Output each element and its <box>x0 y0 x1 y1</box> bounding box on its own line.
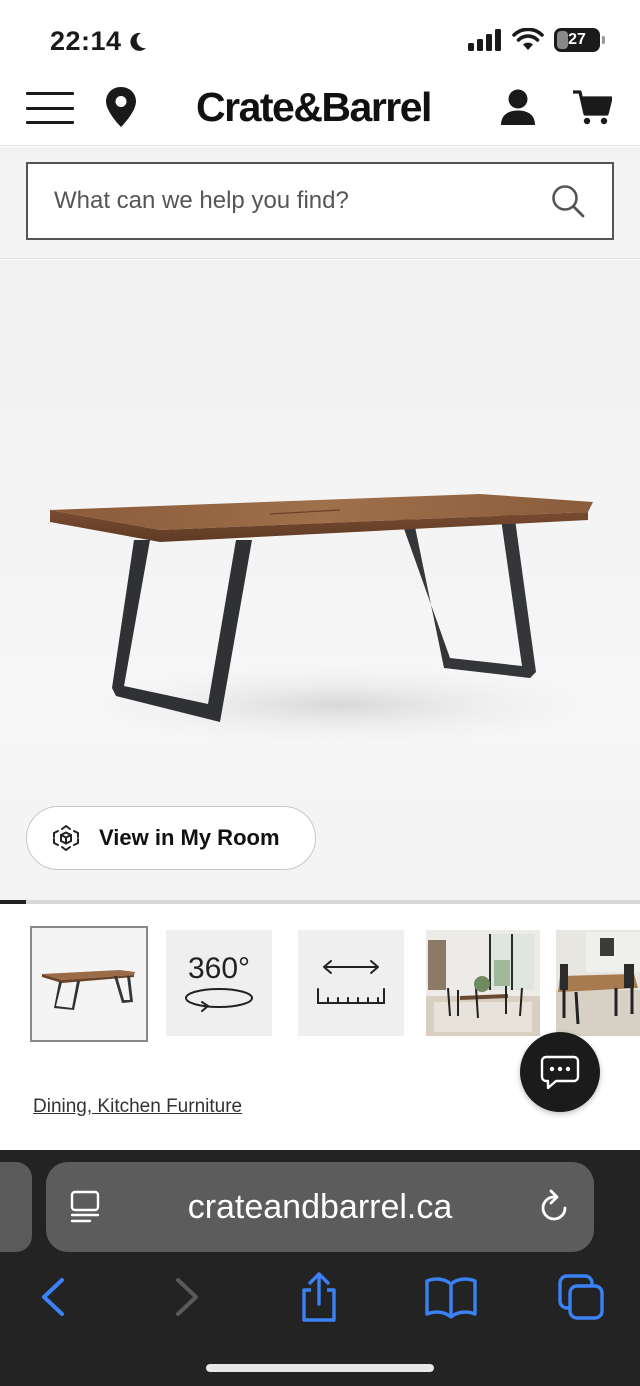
search-band: What can we help you find? <box>0 147 640 259</box>
dining-room-photo <box>556 930 640 1036</box>
chat-bubble-icon[interactable] <box>520 1032 600 1112</box>
search-placeholder: What can we help you find? <box>54 187 349 214</box>
thumbnail-product-photo[interactable] <box>30 926 148 1042</box>
product-thumbnails: 360° <box>0 924 640 1046</box>
battery-level-fill <box>557 31 568 49</box>
forward-icon[interactable] <box>160 1272 214 1322</box>
carousel-progress-fill <box>0 900 26 904</box>
reload-icon[interactable] <box>536 1188 572 1226</box>
thumbnail-dimensions[interactable] <box>298 930 404 1036</box>
battery-icon: 27 <box>554 28 605 52</box>
previous-tab-peek[interactable] <box>0 1162 32 1252</box>
dining-room-photo <box>426 930 540 1036</box>
view-in-my-room-button[interactable]: View in My Room <box>26 806 316 870</box>
address-bar[interactable]: crateandbarrel.ca <box>46 1162 594 1252</box>
360-label: 360° <box>187 952 251 985</box>
account-icon[interactable] <box>500 88 536 126</box>
hamburger-menu-icon[interactable] <box>26 90 74 126</box>
browser-chrome: crateandbarrel.ca <box>0 1150 640 1386</box>
site-logo[interactable]: Crate&Barrel <box>196 84 432 131</box>
battery-percent: 27 <box>568 31 586 48</box>
rotate-360-icon <box>185 988 253 1012</box>
thumbnail-room-photo-1[interactable] <box>426 930 540 1036</box>
carousel-progress-track <box>0 900 640 904</box>
site-header: Crate&Barrel <box>0 80 640 146</box>
moon-icon <box>129 32 146 51</box>
thumbnail-360-view[interactable]: 360° <box>166 930 272 1036</box>
ruler-dimensions-icon <box>317 960 385 1004</box>
back-icon[interactable] <box>30 1272 84 1322</box>
augmented-reality-icon <box>53 825 79 851</box>
breadcrumb-link[interactable]: Dining, Kitchen Furniture <box>33 1096 242 1118</box>
wooden-dining-table-image <box>50 494 593 743</box>
wifi-icon <box>512 28 544 50</box>
product-image-carousel[interactable]: View in My Room <box>0 260 640 900</box>
signal-icon <box>468 29 501 51</box>
status-bar: 22:14 27 <box>0 0 640 80</box>
chat-icon-glyph <box>540 1055 580 1090</box>
thumbnail-room-photo-2[interactable] <box>556 930 640 1036</box>
cart-icon[interactable] <box>572 88 612 126</box>
search-input[interactable]: What can we help you find? <box>26 162 614 240</box>
browser-toolbar <box>0 1260 640 1330</box>
search-icon[interactable] <box>550 183 586 219</box>
url-text: crateandbarrel.ca <box>187 1187 453 1226</box>
status-time: 22:14 <box>50 26 148 57</box>
share-icon[interactable] <box>292 1272 346 1322</box>
view-in-my-room-label: View in My Room <box>99 825 280 850</box>
clock-text: 22:14 <box>50 26 122 56</box>
bookmarks-icon[interactable] <box>424 1272 478 1322</box>
home-indicator <box>206 1364 434 1372</box>
location-pin-icon[interactable] <box>104 86 138 128</box>
table-thumbnail-image <box>42 970 135 1010</box>
status-indicators: 27 <box>468 28 605 52</box>
tabs-icon[interactable] <box>556 1272 610 1322</box>
